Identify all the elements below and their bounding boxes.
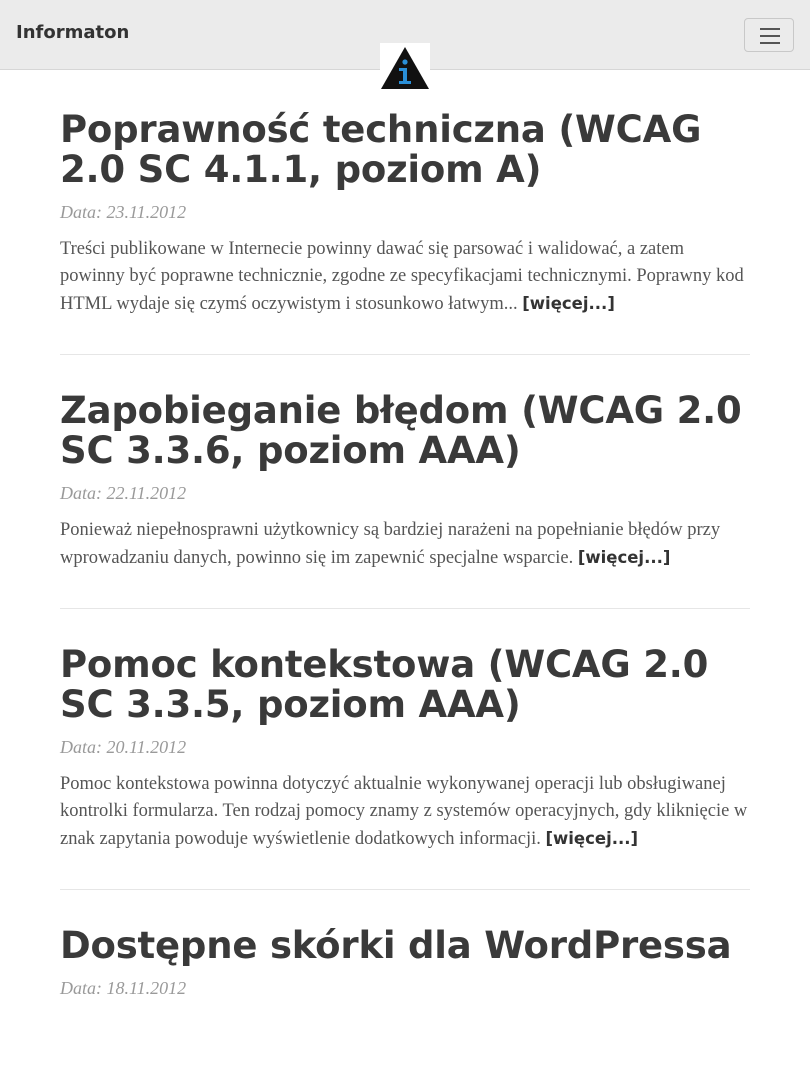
post-excerpt-text: Treści publikowane w Internecie powinny … [60, 239, 744, 314]
post-title: Zapobieganie błędom (WCAG 2.0 SC 3.3.6, … [60, 391, 750, 471]
post-excerpt: Pomoc kontekstowa powinna dotyczyć aktua… [60, 771, 750, 853]
site-logo[interactable] [380, 43, 430, 90]
post-item: Dostępne skórki dla WordPressa Data: 18.… [60, 926, 750, 1048]
site-brand-link[interactable]: Informaton [16, 22, 129, 43]
post-item: Pomoc kontekstowa (WCAG 2.0 SC 3.3.5, po… [60, 645, 750, 890]
info-triangle-logo-icon [381, 47, 429, 89]
hamburger-menu-icon-bar [760, 42, 780, 44]
post-title-link[interactable]: Poprawność techniczna (WCAG 2.0 SC 4.1.1… [60, 108, 701, 191]
post-title-link[interactable]: Dostępne skórki dla WordPressa [60, 924, 732, 967]
post-excerpt-text: Pomoc kontekstowa powinna dotyczyć aktua… [60, 774, 748, 849]
post-excerpt: Treści publikowane w Internecie powinny … [60, 236, 750, 318]
post-title: Dostępne skórki dla WordPressa [60, 926, 750, 966]
post-title-link[interactable]: Pomoc kontekstowa (WCAG 2.0 SC 3.3.5, po… [60, 643, 708, 726]
read-more-link[interactable]: [więcej...] [578, 548, 671, 567]
post-title: Pomoc kontekstowa (WCAG 2.0 SC 3.3.5, po… [60, 645, 750, 725]
post-date: Data: 23.11.2012 [60, 202, 187, 222]
hamburger-menu-icon [760, 28, 780, 30]
read-more-link[interactable]: [więcej...] [522, 294, 615, 313]
post-title: Poprawność techniczna (WCAG 2.0 SC 4.1.1… [60, 110, 750, 190]
post-list: Poprawność techniczna (WCAG 2.0 SC 4.1.1… [60, 110, 750, 1080]
post-date: Data: 18.11.2012 [60, 978, 187, 998]
menu-toggle-button[interactable] [744, 18, 794, 52]
post-item: Zapobieganie błędom (WCAG 2.0 SC 3.3.6, … [60, 391, 750, 609]
post-date: Data: 20.11.2012 [60, 737, 187, 757]
post-date: Data: 22.11.2012 [60, 483, 187, 503]
post-title-link[interactable]: Zapobieganie błędom (WCAG 2.0 SC 3.3.6, … [60, 389, 742, 472]
post-item: Poprawność techniczna (WCAG 2.0 SC 4.1.1… [60, 110, 750, 355]
post-excerpt: Ponieważ niepełnosprawni użytkownicy są … [60, 517, 750, 572]
read-more-link[interactable]: [więcej...] [545, 829, 638, 848]
hamburger-menu-icon-bar [760, 35, 780, 37]
